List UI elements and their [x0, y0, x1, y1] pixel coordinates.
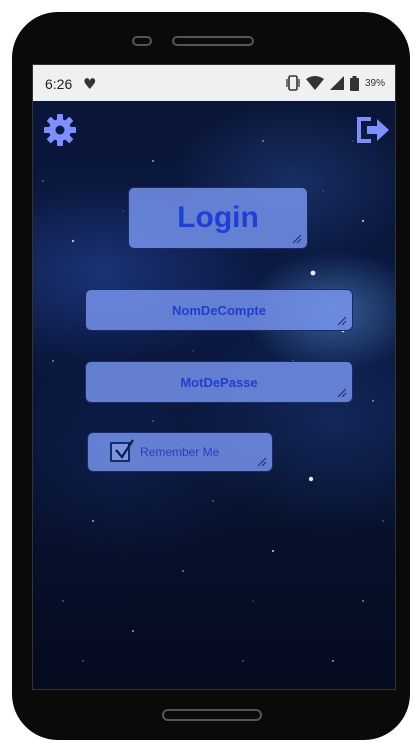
status-icons: 39% — [286, 75, 385, 91]
resize-grip-icon — [292, 234, 302, 244]
password-field[interactable] — [85, 361, 353, 403]
resize-grip-icon — [337, 316, 347, 326]
status-bar: 6:26 ♥ 39% — [33, 65, 395, 101]
checkmark-icon — [115, 439, 134, 459]
status-time: 6:26 — [45, 76, 73, 92]
login-screen: Login NomDeCompte MotDePasse Remember Me — [33, 101, 395, 689]
remember-me-option[interactable]: Remember Me — [87, 432, 273, 472]
vibrate-icon — [286, 75, 300, 91]
battery-icon — [349, 75, 359, 91]
camera — [132, 36, 152, 46]
settings-gear-icon[interactable] — [43, 113, 77, 147]
username-field[interactable] — [85, 289, 353, 331]
remember-me-label: Remember Me — [140, 445, 220, 459]
phone-frame: 6:26 ♥ 39% Login NomDeCompte MotDePasse … — [12, 12, 410, 740]
login-title-text: Login — [177, 201, 259, 234]
home-button[interactable] — [162, 709, 262, 721]
resize-grip-icon — [337, 388, 347, 398]
username-input[interactable] — [86, 289, 352, 331]
signal-icon — [329, 76, 344, 90]
heart-icon: ♥ — [83, 75, 97, 93]
remember-me-checkbox[interactable] — [110, 439, 134, 462]
login-title: Login — [128, 187, 308, 249]
logout-icon[interactable] — [355, 115, 391, 145]
battery-percent: 39% — [364, 77, 385, 89]
wifi-icon — [305, 76, 324, 90]
password-input[interactable] — [86, 361, 352, 403]
screen: 6:26 ♥ 39% Login NomDeCompte MotDePasse … — [32, 64, 396, 690]
resize-grip-icon — [257, 457, 267, 467]
earpiece-speaker — [172, 36, 254, 46]
